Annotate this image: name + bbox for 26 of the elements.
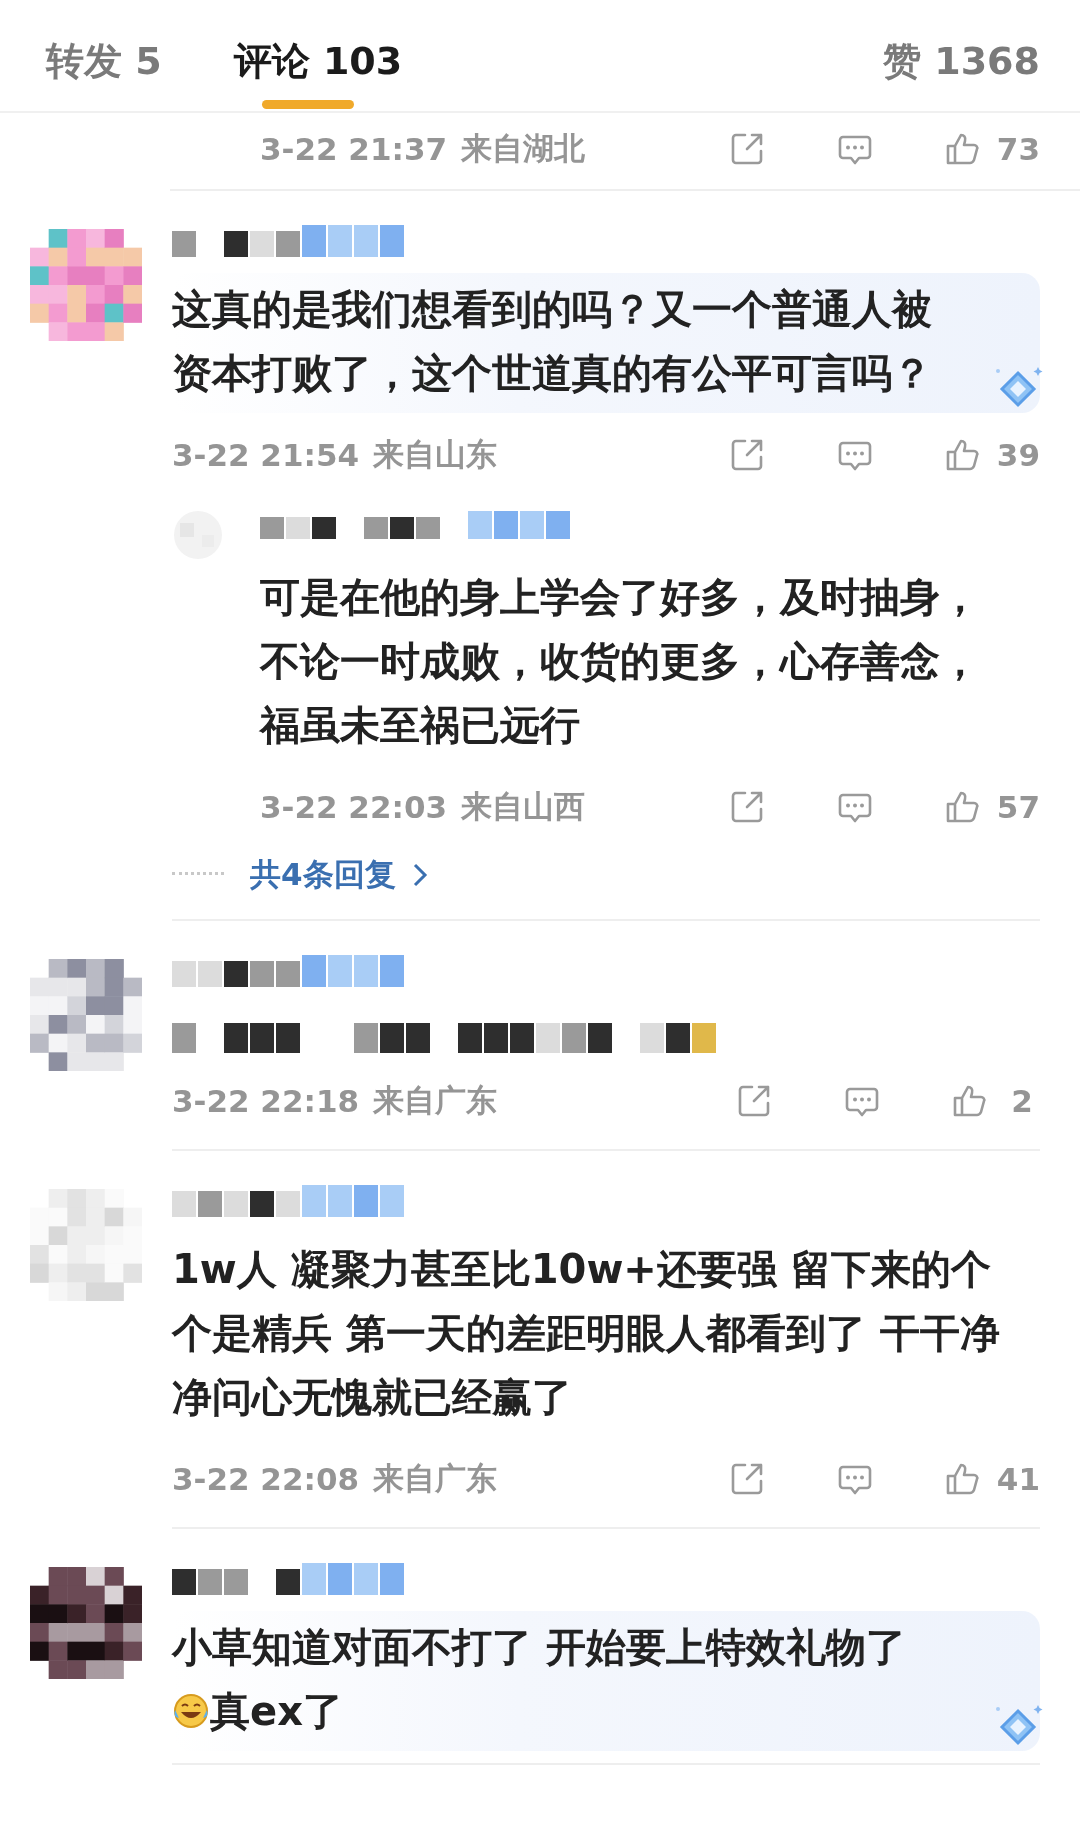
comment-text: 这真的是我们想看到的吗？又一个普通人被资本打败了，这个世道真的有公平可言吗？	[172, 285, 933, 398]
comment-time: 3-22 21:37	[260, 131, 448, 167]
like-button[interactable]: 2	[950, 1081, 1040, 1121]
more-replies-link[interactable]: 共4条回复	[250, 854, 430, 896]
pixelated-avatar	[172, 509, 224, 561]
comment-time: 3-22 22:18	[172, 1083, 360, 1119]
tab[interactable]: 转发 5	[40, 0, 168, 88]
comment-text: 真ex了	[210, 1687, 343, 1736]
like-button[interactable]: 57	[942, 787, 1040, 827]
comment-location: 来自广东	[373, 1459, 498, 1498]
likes-count: 赞 1368	[883, 38, 1040, 85]
comment-text: 1w人 凝聚力甚至比10w+还要强 留下来的个个是精兵 第一天的差距明眼人都看到了 干干净净问心无愧就已经赢了	[172, 1245, 1001, 1422]
comment-time: 3-22 22:08	[172, 1461, 360, 1497]
comment-text: 可是在他的身上学会了好多，及时抽身，不论一时成败，收货的更多，心存善念，福虽未至祸已远行	[260, 573, 981, 750]
comment-location: 来自山东	[373, 435, 498, 474]
comment-time: 3-22 22:03	[260, 789, 448, 825]
comment-location: 来自山西	[461, 787, 586, 826]
like-button[interactable]: 41	[942, 1459, 1040, 1499]
comment-text: 小草知道对面不打了 开始要上特效礼物了	[172, 1623, 907, 1672]
comment-time: 3-22 21:54	[172, 437, 360, 473]
laughing-emoji-icon	[172, 1692, 210, 1730]
like-button[interactable]: 73	[942, 129, 1040, 169]
comment-location: 来自湖北	[461, 129, 586, 168]
like-button[interactable]: 39	[942, 435, 1040, 475]
tab[interactable]: 评论 103	[227, 0, 409, 88]
comment-location: 来自广东	[373, 1081, 498, 1120]
